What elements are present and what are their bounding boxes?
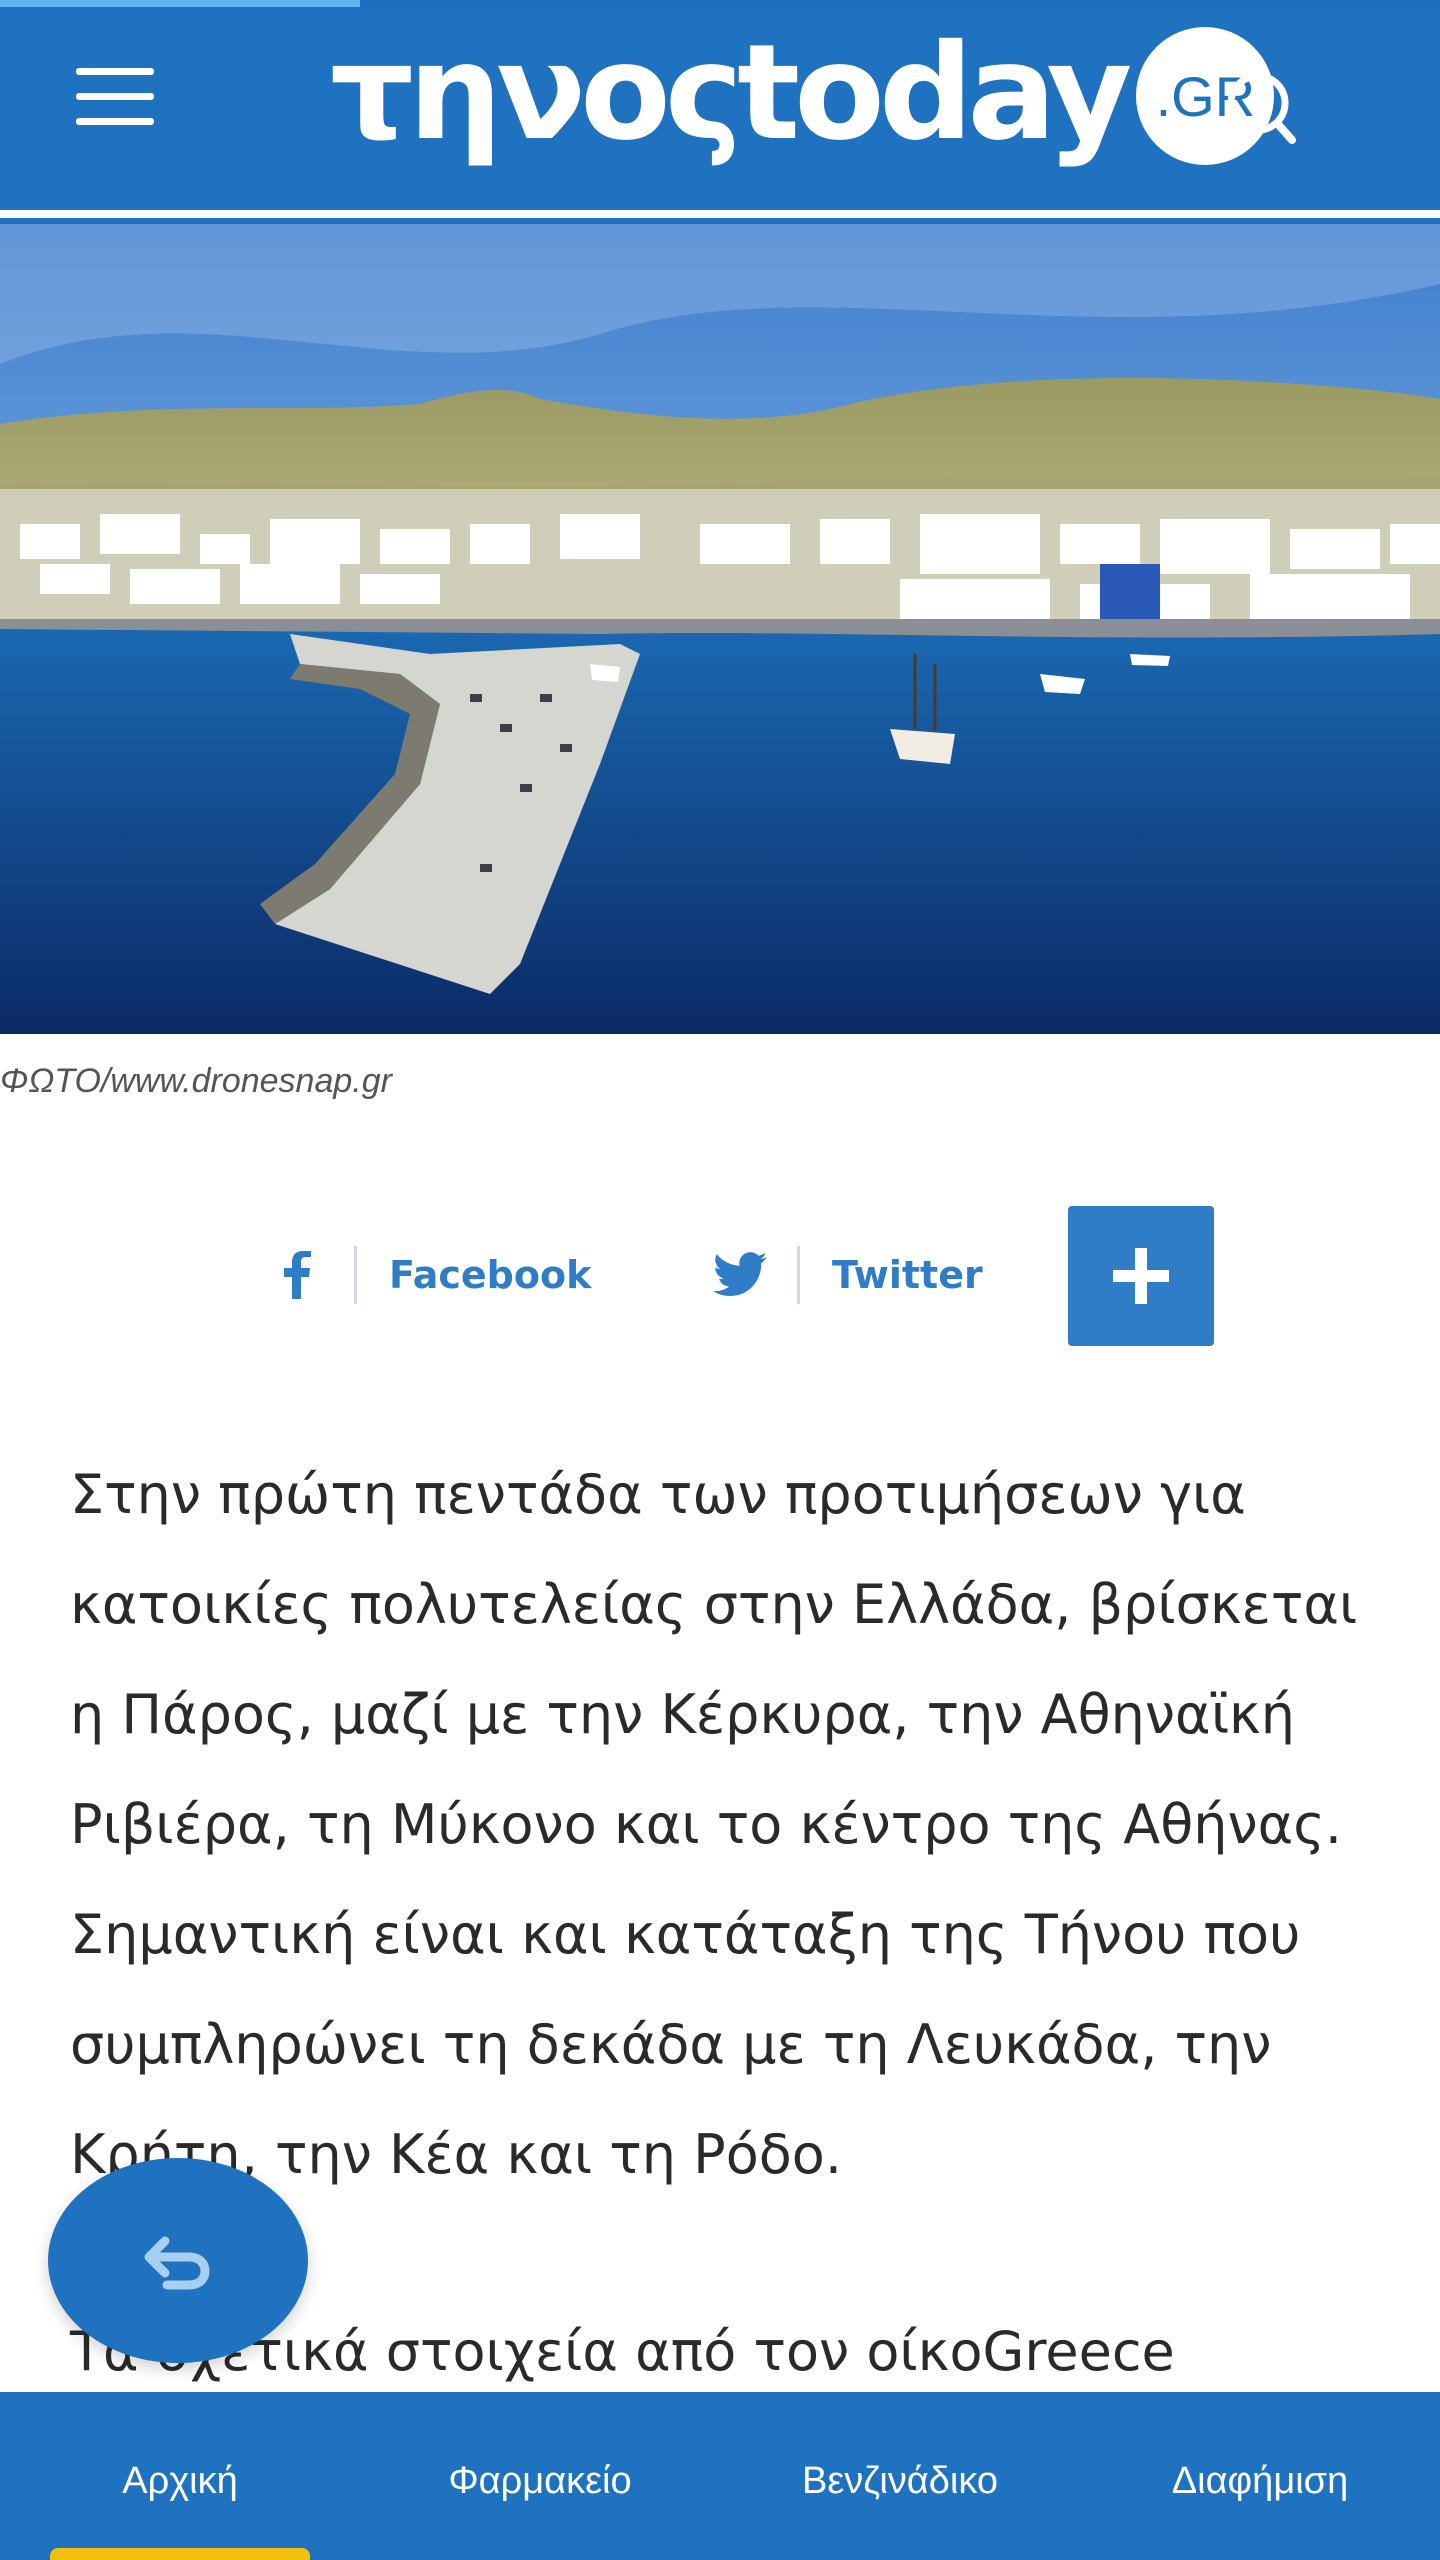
harbor-photo <box>0 224 1440 1034</box>
search-button[interactable] <box>1222 65 1302 150</box>
site-logo[interactable]: τηνοςtoday .GR <box>330 16 1275 170</box>
facebook-label: Facebook <box>389 1253 592 1297</box>
article-body: Στην πρώτη πεντάδα των προτιμήσεων για κ… <box>70 1440 1390 2210</box>
reading-progress-bar <box>0 0 1440 7</box>
nav-active-indicator <box>50 2548 310 2560</box>
image-caption: ΦΩΤΟ/www.dronesnap.gr <box>0 1062 392 1100</box>
nav-item-home[interactable]: Αρχική <box>0 2392 360 2560</box>
bottom-navigation: Αρχική Φαρμακείο Βενζινάδικο Διαφήμιση <box>0 2392 1440 2560</box>
logo-text: τηνοςtoday <box>330 16 1132 170</box>
menu-line <box>76 68 154 75</box>
site-header: τηνοςtoday .GR <box>0 0 1440 210</box>
share-twitter-button[interactable]: Twitter <box>705 1205 983 1345</box>
hamburger-menu-button[interactable] <box>62 55 172 135</box>
facebook-icon <box>262 1251 332 1299</box>
nav-item-pharmacy[interactable]: Φαρμακείο <box>360 2392 720 2560</box>
share-divider <box>797 1246 800 1304</box>
search-icon <box>1227 72 1296 144</box>
share-more-button[interactable] <box>1068 1206 1214 1346</box>
twitter-icon <box>705 1252 775 1298</box>
share-facebook-button[interactable]: Facebook <box>262 1205 591 1345</box>
share-divider <box>354 1246 357 1304</box>
menu-line <box>76 93 154 100</box>
article-paragraph: Στην πρώτη πεντάδα των προτιμήσεων για κ… <box>70 1463 1358 2186</box>
reading-progress-fill <box>0 0 360 7</box>
nav-item-gas-station[interactable]: Βενζινάδικο <box>720 2392 1080 2560</box>
hero-image <box>0 224 1440 1034</box>
back-button[interactable] <box>48 2158 308 2363</box>
undo-arrow-icon <box>144 2236 210 2289</box>
menu-line <box>76 118 154 125</box>
twitter-label: Twitter <box>832 1253 983 1297</box>
nav-item-advertising[interactable]: Διαφήμιση <box>1080 2392 1440 2560</box>
